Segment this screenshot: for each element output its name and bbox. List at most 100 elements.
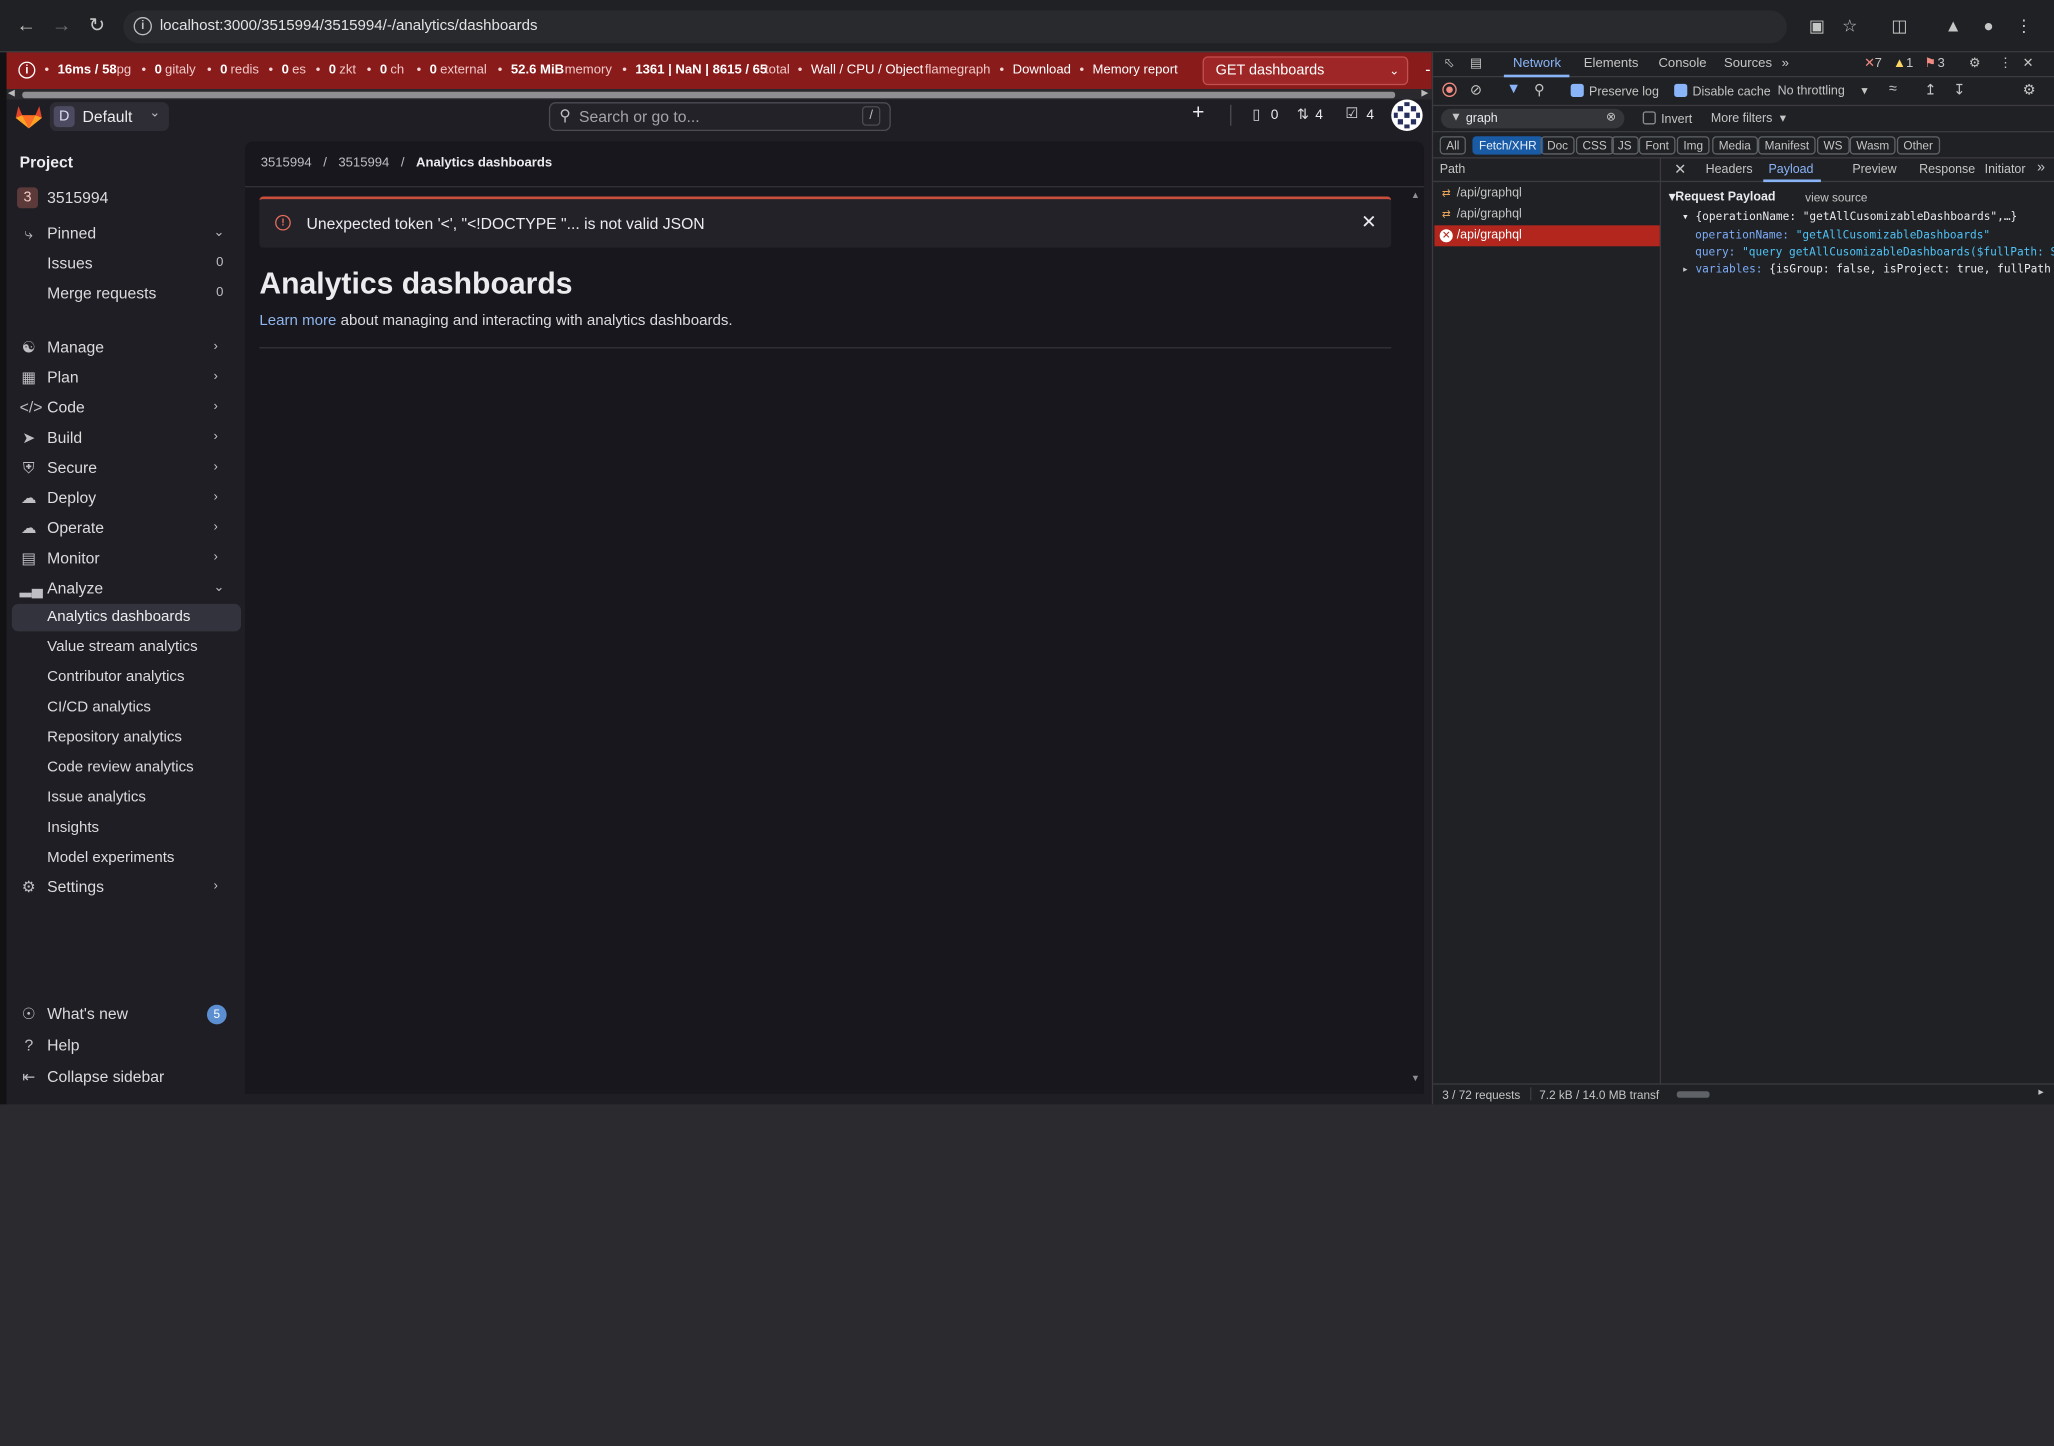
disable-cache-checkbox[interactable]: Disable cache [1674,83,1771,100]
browser-menu-icon[interactable]: ⋮ [2013,16,2034,37]
request-row-selected[interactable]: ✕/api/graphql [1434,225,1660,247]
forward-arrow-icon[interactable]: → [50,14,74,38]
profile-avatar-icon[interactable]: ● [1978,16,1999,37]
install-app-icon[interactable]: ▣ [1806,16,1827,37]
scroll-right-arrow-icon[interactable]: ▸ [2038,1086,2043,1098]
learn-more-link[interactable]: Learn more [259,313,336,329]
info-icon[interactable]: i [18,61,36,79]
help-button[interactable]: ? Help [7,1031,243,1060]
pg-time[interactable]: 16ms / 58 [58,63,117,77]
sidebar-item-analyze[interactable]: ▂▄ Analyze ⌄ [7,574,243,603]
operation-name-row[interactable]: operationName: "getAllCusomizableDashboa… [1695,229,1990,242]
breadcrumb-item[interactable]: 3515994 [261,156,312,170]
sidebar-item-merge-requests[interactable]: Merge requests 0 [7,279,243,308]
tab-network[interactable]: Network [1513,56,1561,70]
more-filters-dropdown[interactable]: More filters ▾ [1711,111,1786,125]
zkt-count[interactable]: 0 [329,63,336,77]
external-count[interactable]: 0 [430,63,437,77]
request-row[interactable]: ⇄ /api/graphql [1434,183,1659,204]
context-switcher[interactable]: D Default ⌄ [49,102,169,131]
request-list-header[interactable]: Path [1433,159,1662,183]
query-row[interactable]: query: "query getAllCusomizableDashboard… [1695,246,2054,259]
collapse-sidebar-button[interactable]: ⇤ Collapse sidebar [7,1062,243,1091]
todo-check-icon[interactable]: ☑ [1345,105,1358,122]
type-filter-other[interactable]: Other [1896,136,1940,155]
type-filter-img[interactable]: Img [1676,136,1710,155]
type-filter-js[interactable]: JS [1611,136,1639,155]
breadcrumb-current[interactable]: Analytics dashboards [416,156,552,170]
payload-section[interactable]: ▾Request Payload [1669,190,1776,204]
type-filter-fetch-xhr[interactable]: Fetch/XHR [1472,136,1544,155]
sidebar-item-insights[interactable]: Insights [12,815,241,843]
tab-payload[interactable]: Payload [1768,162,1813,176]
horizontal-scrollbar[interactable]: ◀ ▶ [6,88,1432,100]
issues-count[interactable]: 0 [1271,107,1279,123]
more-tabs-icon[interactable]: » [1782,56,1789,70]
bookmark-star-icon[interactable]: ☆ [1839,16,1860,37]
sidebar-item-code-review-analytics[interactable]: Code review analytics [12,755,241,783]
sidebar-item-settings[interactable]: ⚙ Settings › [7,872,243,901]
clear-icon[interactable]: ⊘ [1470,81,1482,99]
scrollbar-thumb[interactable] [22,91,1396,99]
detail-scrollbar-thumb[interactable] [1676,1091,1710,1098]
sidebar-item-secure[interactable]: ⛨ Secure › [7,453,243,482]
sidebar-item-monitor[interactable]: ▤ Monitor › [7,544,243,573]
settings-gear-icon[interactable]: ⚙ [1969,56,1981,70]
issues-count[interactable]: 3 [1937,56,1944,70]
scroll-left-arrow-icon[interactable]: ◀ [8,88,15,98]
scroll-down-arrow-icon[interactable]: ▼ [1411,1074,1420,1083]
device-toggle-icon[interactable]: ▤ [1470,56,1482,70]
close-perfbar-icon[interactable]: - [1425,60,1430,78]
request-row[interactable]: ⇄ /api/graphql [1434,204,1659,225]
memory-report-link[interactable]: Memory report [1093,63,1178,77]
tab-elements[interactable]: Elements [1584,56,1639,70]
sidebar-item-issues[interactable]: Issues 0 [7,249,243,278]
request-selector[interactable]: GET dashboards ⌄ [1202,56,1409,86]
sidebar-project-link[interactable]: 3 3515994 [7,183,243,212]
import-har-icon[interactable]: ↥ [1924,81,1936,99]
tab-preview[interactable]: Preview [1852,162,1896,176]
type-filter-doc[interactable]: Doc [1540,136,1575,155]
variables-row[interactable]: ▸ variables: {isGroup: false, isProject:… [1682,263,2054,276]
address-bar[interactable]: i localhost:3000/3515994/3515994/-/analy… [123,10,1787,44]
whats-new-button[interactable]: ☉ What's new 5 [7,1000,243,1029]
view-source-link[interactable]: view source [1805,191,1867,204]
tab-console[interactable]: Console [1658,56,1706,70]
sidebar-item-repository-analytics[interactable]: Repository analytics [12,724,241,752]
todo-count[interactable]: 4 [1366,107,1374,123]
user-avatar[interactable] [1391,99,1423,131]
flamegraph-label[interactable]: flamegraph [925,63,991,77]
sidebar-item-operate[interactable]: ☁ Operate › [7,514,243,543]
invert-checkbox[interactable]: Invert [1642,111,1692,127]
type-filter-ws[interactable]: WS [1816,136,1850,155]
breadcrumb-item[interactable]: 3515994 [338,156,389,170]
merge-request-count[interactable]: 4 [1315,107,1323,123]
sidebar-item-contributor-analytics[interactable]: Contributor analytics [12,664,241,692]
merge-request-icon[interactable]: ⇅ [1297,106,1309,123]
close-detail-icon[interactable]: ✕ [1674,161,1686,178]
redis-count[interactable]: 0 [220,63,227,77]
export-har-icon[interactable]: ↧ [1953,81,1965,99]
record-icon[interactable] [1442,82,1457,97]
flamegraph-modes[interactable]: Wall / CPU / Object [811,63,923,77]
warning-icon[interactable]: ▲ [1893,56,1906,70]
type-filter-manifest[interactable]: Manifest [1758,136,1816,155]
sidebar-item-code[interactable]: </> Code › [7,393,243,422]
tab-response[interactable]: Response [1919,162,1975,176]
sidebar-item-issue-analytics[interactable]: Issue analytics [12,785,241,813]
clear-filter-icon[interactable]: ⊗ [1606,110,1616,124]
type-filter-font[interactable]: Font [1638,136,1676,155]
gitlab-logo-icon[interactable] [14,103,43,129]
download-link[interactable]: Download [1013,63,1071,77]
type-filter-wasm[interactable]: Wasm [1849,136,1896,155]
sidebar-item-deploy[interactable]: ☁ Deploy › [7,483,243,512]
network-settings-gear-icon[interactable]: ⚙ [2023,81,2036,99]
type-filter-css[interactable]: CSS [1575,136,1614,155]
create-new-plus-icon[interactable]: + [1192,102,1204,126]
tab-sources[interactable]: Sources [1724,56,1772,70]
type-filter-all[interactable]: All [1439,136,1466,155]
issues-icon[interactable]: ▯ [1252,106,1260,123]
back-arrow-icon[interactable]: ← [14,14,38,38]
warning-count[interactable]: 1 [1906,56,1913,70]
search-icon[interactable]: ⚲ [1534,81,1545,99]
